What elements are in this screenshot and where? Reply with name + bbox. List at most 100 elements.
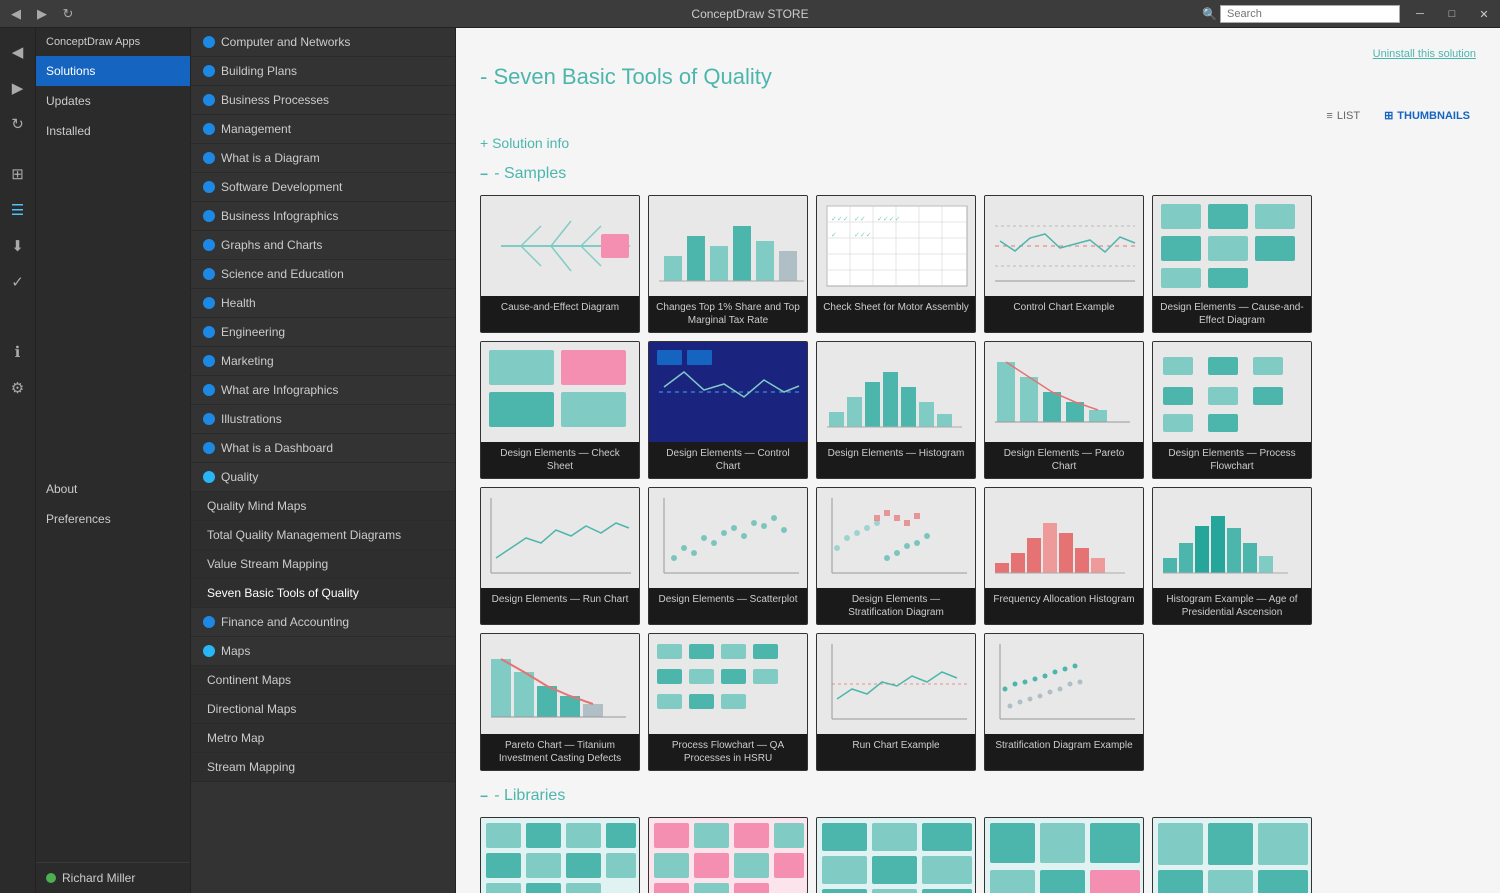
svg-text:✓: ✓	[831, 232, 837, 239]
nav-item-installed[interactable]: Installed	[36, 116, 190, 146]
sample-label: Design Elements — Scatterplot	[649, 588, 807, 611]
sidebar-icon-back[interactable]: ◀	[2, 36, 34, 68]
maximize-btn[interactable]: □	[1436, 0, 1468, 28]
sample-card[interactable]: Design Elements — Run Chart	[480, 487, 640, 625]
nav-item-updates[interactable]: Updates	[36, 86, 190, 116]
sample-card[interactable]: Design Elements — Histogram	[816, 341, 976, 479]
tree-item-label: Illustrations	[221, 412, 282, 426]
view-thumbnails-btn[interactable]: ⊞ THUMBNAILS	[1378, 106, 1476, 125]
nav-forward-btn[interactable]: ▶	[30, 2, 54, 26]
tree-item[interactable]: Continent Maps	[191, 666, 455, 695]
sample-thumbnail	[1153, 488, 1312, 588]
tree-item-label: Computer and Networks	[221, 35, 350, 49]
sample-card[interactable]: Design Elements — Process Flowchart	[1152, 341, 1312, 479]
sample-card[interactable]: Frequency Allocation Histogram	[984, 487, 1144, 625]
samples-grid: Cause-and-Effect Diagram Changes Top 1% …	[480, 195, 1476, 771]
tree-item[interactable]: Business Processes	[191, 86, 455, 115]
library-card[interactable]: Cause-and-Effect Diagram	[480, 817, 640, 893]
nav-refresh-btn[interactable]: ↻	[56, 2, 80, 26]
library-card[interactable]: Check Sheet	[648, 817, 808, 893]
tree-item[interactable]: Health	[191, 289, 455, 318]
content-area: Uninstall this solution - Seven Basic To…	[456, 28, 1500, 893]
tree-item[interactable]: Directional Maps	[191, 695, 455, 724]
nav-item-solutions[interactable]: Solutions	[36, 56, 190, 86]
tree-item[interactable]: Graphs and Charts	[191, 231, 455, 260]
library-card[interactable]: Pareto Chart	[1152, 817, 1312, 893]
tree-item[interactable]: What is a Diagram	[191, 144, 455, 173]
nav-item-prefs[interactable]: Preferences	[36, 504, 190, 534]
tree-dot-icon	[203, 94, 215, 106]
sample-card[interactable]: Cause-and-Effect Diagram	[480, 195, 640, 333]
tree-item[interactable]: Quality Mind Maps	[191, 492, 455, 521]
tree-item[interactable]: Science and Education	[191, 260, 455, 289]
libraries-toggle[interactable]: −	[480, 788, 488, 804]
tree-item[interactable]: Total Quality Management Diagrams	[191, 521, 455, 550]
tree-item[interactable]: Metro Map	[191, 724, 455, 753]
tree-item[interactable]: Seven Basic Tools of Quality	[191, 579, 455, 608]
sample-card[interactable]: Design Elements — Cause-and-Effect Diagr…	[1152, 195, 1312, 333]
tree-item[interactable]: Management	[191, 115, 455, 144]
tree-item[interactable]: Value Stream Mapping	[191, 550, 455, 579]
search-input[interactable]	[1220, 5, 1400, 23]
tree-item[interactable]: Maps	[191, 637, 455, 666]
sample-card[interactable]: Design Elements — Stratification Diagram	[816, 487, 976, 625]
uninstall-link[interactable]: Uninstall this solution	[480, 48, 1476, 60]
sidebar-icon-refresh[interactable]: ↻	[2, 108, 34, 140]
sample-card[interactable]: Histogram Example — Age of Presidential …	[1152, 487, 1312, 625]
tree-item[interactable]: Building Plans	[191, 57, 455, 86]
sample-card[interactable]: Control Chart Example	[984, 195, 1144, 333]
tree-item[interactable]: Illustrations	[191, 405, 455, 434]
tree-item-label: Software Development	[221, 180, 342, 194]
sample-thumbnail: ✓✓✓ ✓✓ ✓✓✓✓ ✓ ✓✓✓	[817, 196, 976, 296]
tree-item[interactable]: Marketing	[191, 347, 455, 376]
title-bar-nav: ◀ ▶ ↻	[0, 0, 80, 28]
sample-card[interactable]: Process Flowchart — QA Processes in HSRU	[648, 633, 808, 771]
sample-card[interactable]: Design Elements — Scatterplot	[648, 487, 808, 625]
sidebar-icon-about[interactable]: ℹ	[2, 336, 34, 368]
sample-card[interactable]: Stratification Diagram Example	[984, 633, 1144, 771]
tree-item[interactable]: Business Infographics	[191, 202, 455, 231]
thumbnails-icon: ⊞	[1384, 109, 1393, 122]
tree-item[interactable]: Quality	[191, 463, 455, 492]
sidebar-icon-apps[interactable]: ⊞	[2, 158, 34, 190]
nav-item-apps[interactable]: ConceptDraw Apps	[36, 28, 190, 56]
view-list-btn[interactable]: ≡ LIST	[1320, 107, 1366, 125]
nav-back-btn[interactable]: ◀	[4, 2, 28, 26]
tree-item[interactable]: What are Infographics	[191, 376, 455, 405]
samples-toggle[interactable]: −	[480, 166, 488, 182]
content-title: - Seven Basic Tools of Quality	[480, 64, 1476, 90]
solution-info[interactable]: + Solution info	[480, 135, 1476, 151]
sample-label: Histogram Example — Age of Presidential …	[1153, 588, 1311, 624]
nav-item-about[interactable]: About	[36, 474, 190, 504]
library-card[interactable]: Control Chart	[816, 817, 976, 893]
tree-item-label: Science and Education	[221, 267, 344, 281]
sidebar-icon-solutions[interactable]: ☰	[2, 194, 34, 226]
library-card[interactable]: Histogram	[984, 817, 1144, 893]
sample-card[interactable]: Design Elements — Control Chart	[648, 341, 808, 479]
view-controls: ≡ LIST ⊞ THUMBNAILS	[480, 106, 1476, 125]
sample-card[interactable]: Changes Top 1% Share and Top Marginal Ta…	[648, 195, 808, 333]
tree-item[interactable]: Finance and Accounting	[191, 608, 455, 637]
sample-card[interactable]: Design Elements — Pareto Chart	[984, 341, 1144, 479]
tree-item[interactable]: Computer and Networks	[191, 28, 455, 57]
sample-card[interactable]: Design Elements — Check Sheet	[480, 341, 640, 479]
tree-item[interactable]: What is a Dashboard	[191, 434, 455, 463]
tree-item-label: Directional Maps	[207, 702, 296, 716]
tree-item[interactable]: Stream Mapping	[191, 753, 455, 782]
sidebar-icon-prefs[interactable]: ⚙	[2, 372, 34, 404]
sample-card[interactable]: ✓✓✓ ✓✓ ✓✓✓✓ ✓ ✓✓✓ Check Sheet for Motor …	[816, 195, 976, 333]
sidebar-icon-updates[interactable]: ⬇	[2, 230, 34, 262]
minimize-btn[interactable]: ─	[1404, 0, 1436, 28]
sidebar-icon-forward[interactable]: ▶	[2, 72, 34, 104]
title-bar: ◀ ▶ ↻ ConceptDraw STORE 🔍 ─ □ ✕	[0, 0, 1500, 28]
tree-dot-icon	[203, 645, 215, 657]
tree-item[interactable]: Software Development	[191, 173, 455, 202]
tree-item-label: Business Infographics	[221, 209, 338, 223]
library-thumbnail	[481, 818, 640, 893]
tree-dot-icon	[203, 297, 215, 309]
tree-item[interactable]: Engineering	[191, 318, 455, 347]
sample-card[interactable]: Run Chart Example	[816, 633, 976, 771]
sidebar-icon-installed[interactable]: ✓	[2, 266, 34, 298]
sample-card[interactable]: Pareto Chart — Titanium Investment Casti…	[480, 633, 640, 771]
close-btn[interactable]: ✕	[1468, 0, 1500, 28]
